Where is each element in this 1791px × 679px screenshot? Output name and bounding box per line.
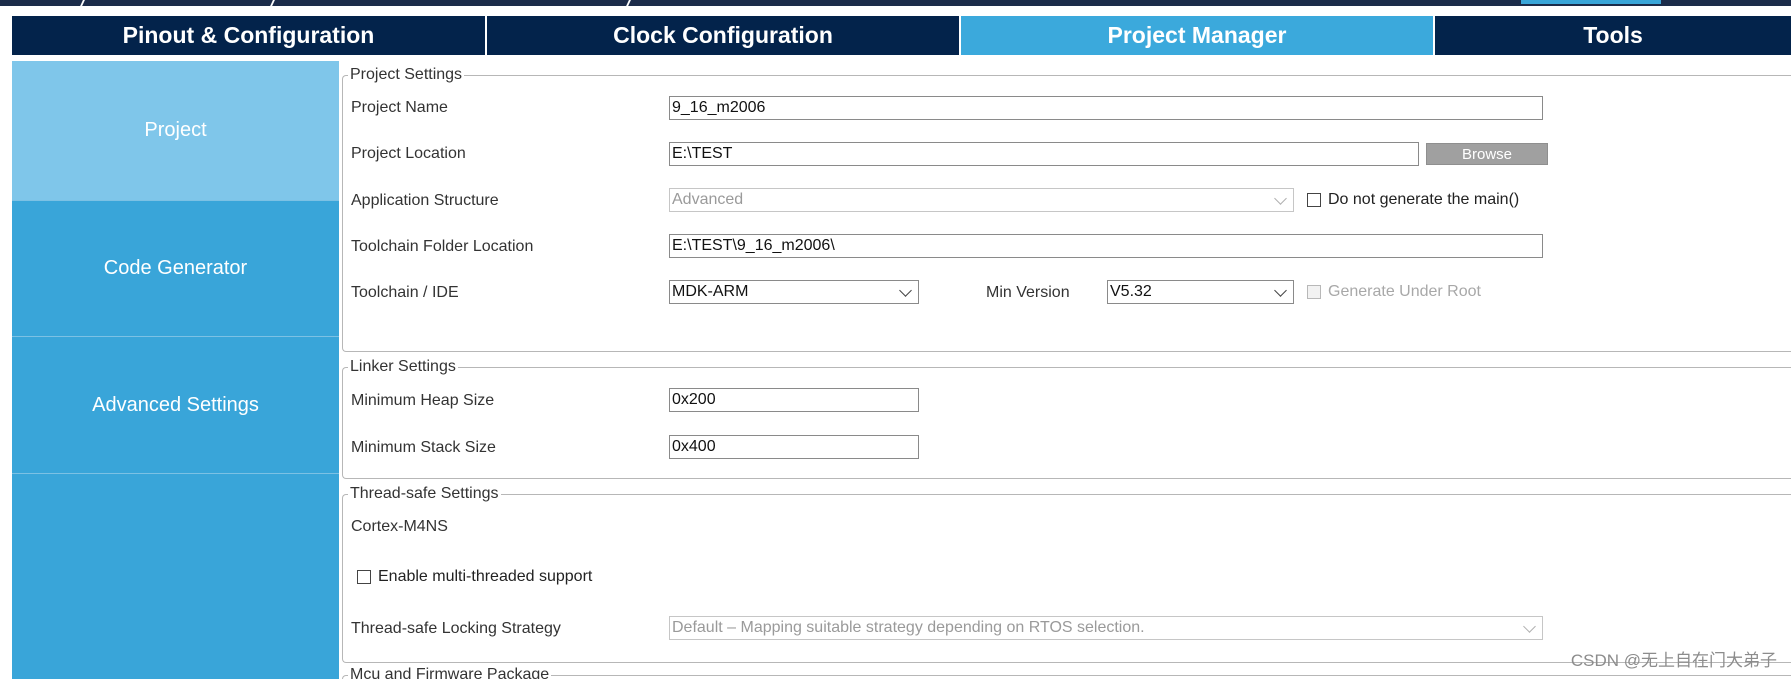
chevron-separator-icon <box>76 0 86 6</box>
core-label: Cortex-M4NS <box>351 518 448 535</box>
locking-strategy-label: Thread-safe Locking Strategy <box>351 620 561 637</box>
no-main-label: Do not generate the main() <box>1328 191 1520 208</box>
mcu-firmware-group: Mcu and Firmware Package <box>342 665 1791 679</box>
generate-under-root-checkbox[interactable]: Generate Under Root <box>1307 283 1481 301</box>
checkbox-box-icon <box>357 570 371 584</box>
chevron-down-icon <box>1523 620 1536 633</box>
locking-strategy-select[interactable]: Default – Mapping suitable strategy depe… <box>669 616 1543 640</box>
project-name-label: Project Name <box>351 99 448 116</box>
tab-clock-configuration[interactable]: Clock Configuration <box>487 16 961 55</box>
toolchain-ide-value: MDK-ARM <box>672 283 749 300</box>
project-location-label: Project Location <box>351 145 466 162</box>
app-structure-label: Application Structure <box>351 192 499 209</box>
tab-project-manager[interactable]: Project Manager <box>961 16 1435 55</box>
chevron-down-icon <box>899 284 912 297</box>
project-manager-sidebar: Project Code Generator Advanced Settings <box>12 61 339 679</box>
checkbox-box-icon <box>1307 193 1321 207</box>
project-name-input[interactable] <box>669 96 1543 120</box>
group-title: Project Settings <box>348 65 465 85</box>
heap-size-label: Minimum Heap Size <box>351 392 495 409</box>
toolchain-folder-input[interactable] <box>669 234 1543 258</box>
heap-size-input[interactable] <box>669 388 919 412</box>
min-version-label: Min Version <box>986 284 1070 301</box>
multithread-label: Enable multi-threaded support <box>378 568 593 585</box>
tab-pinout-configuration[interactable]: Pinout & Configuration <box>12 16 487 55</box>
min-version-value: V5.32 <box>1110 283 1152 300</box>
locking-strategy-value: Default – Mapping suitable strategy depe… <box>672 619 1145 636</box>
generate-under-root-label: Generate Under Root <box>1328 283 1481 300</box>
top-accent-bar <box>1521 0 1661 4</box>
project-settings-panel: Project Settings Project Name Project Lo… <box>341 61 1791 679</box>
chevron-down-icon <box>1274 192 1287 205</box>
app-structure-select[interactable]: Advanced <box>669 188 1294 212</box>
group-title: Mcu and Firmware Package <box>348 665 552 679</box>
toolchain-folder-label: Toolchain Folder Location <box>351 238 534 255</box>
group-title: Linker Settings <box>348 357 458 377</box>
sidebar-item-code-generator[interactable]: Code Generator <box>12 201 339 337</box>
app-structure-value: Advanced <box>672 191 744 208</box>
linker-settings-group: Linker Settings <box>342 357 1791 479</box>
stack-size-input[interactable] <box>669 435 919 459</box>
group-title: Thread-safe Settings <box>348 484 501 504</box>
chevron-separator-icon <box>266 0 276 6</box>
stack-size-label: Minimum Stack Size <box>351 439 496 456</box>
no-main-checkbox[interactable]: Do not generate the main() <box>1307 191 1519 209</box>
watermark-text: CSDN @无上自在门大弟子 <box>1570 651 1777 670</box>
project-location-input[interactable] <box>669 142 1419 166</box>
top-breadcrumb-strip <box>0 0 1791 6</box>
sidebar-item-advanced-settings[interactable]: Advanced Settings <box>12 337 339 474</box>
toolchain-ide-select[interactable]: MDK-ARM <box>669 280 919 304</box>
chevron-separator-icon <box>622 0 632 6</box>
chevron-down-icon <box>1274 284 1287 297</box>
min-version-select[interactable]: V5.32 <box>1107 280 1294 304</box>
checkbox-box-icon <box>1307 285 1321 299</box>
browse-button[interactable]: Browse <box>1426 143 1548 165</box>
sidebar-item-project[interactable]: Project <box>12 61 339 201</box>
tab-tools[interactable]: Tools <box>1435 16 1791 55</box>
multithread-checkbox[interactable]: Enable multi-threaded support <box>357 568 592 586</box>
toolchain-ide-label: Toolchain / IDE <box>351 284 459 301</box>
main-tab-bar: Pinout & Configuration Clock Configurati… <box>12 16 1791 55</box>
